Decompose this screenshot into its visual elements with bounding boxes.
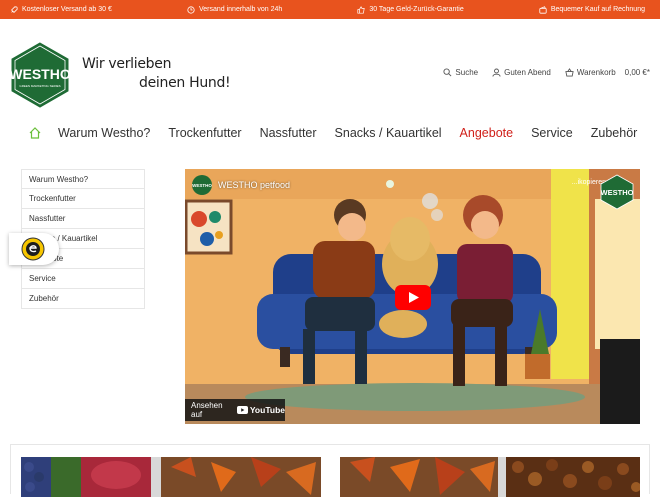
topbar-item-invoice: Bequemer Kauf auf Rechnung xyxy=(539,5,645,14)
youtube-play-icon xyxy=(236,406,248,414)
topbar-label: 30 Tage Geld-Zurück-Garantie xyxy=(369,6,464,13)
promo-cards xyxy=(10,444,650,497)
nav-item-snacks[interactable]: Snacks / Kauartikel xyxy=(335,126,442,140)
nav-item-angebote[interactable]: Angebote xyxy=(460,126,514,140)
logo-subtext: GREEN MARKETING SERIES xyxy=(19,84,60,88)
promo-image-kibble-leaves xyxy=(340,457,640,497)
westho-logo[interactable]: WESTHO GREEN MARKETING SERIES xyxy=(10,42,70,108)
account-button[interactable]: Guten Abend xyxy=(492,68,551,77)
youtube-logo: YouTube xyxy=(236,405,285,415)
logo-text: WESTHO xyxy=(10,66,70,82)
topbar-label: Kostenloser Versand ab 30 € xyxy=(22,6,112,13)
topbar-item-shipping: Kostenloser Versand ab 30 € xyxy=(10,5,112,14)
watch-on-youtube-button[interactable]: Ansehen auf YouTube xyxy=(185,399,285,421)
thumbs-up-icon xyxy=(357,5,365,14)
topbar-label: Versand innerhalb von 24h xyxy=(198,6,283,13)
video-title[interactable]: WESTHO petfood xyxy=(218,180,290,190)
topbar-item-guarantee: 30 Tage Geld-Zurück-Garantie xyxy=(357,5,464,14)
trust-badge[interactable] xyxy=(9,233,59,265)
trust-seal-icon xyxy=(21,237,45,261)
nav-item-nassfutter[interactable]: Nassfutter xyxy=(260,126,317,140)
sidebar-item-zubehoer[interactable]: Zubehör xyxy=(21,289,145,309)
cart-total: 0,00 €* xyxy=(624,68,650,77)
promo-card-wet-food[interactable] xyxy=(21,457,321,497)
search-button[interactable]: Suche xyxy=(443,68,478,77)
channel-avatar-text: WESTHO xyxy=(192,183,212,188)
header-actions: Suche Guten Abend Warenkorb 0,00 €* xyxy=(443,68,650,77)
nav-item-trockenfutter[interactable]: Trockenfutter xyxy=(168,126,241,140)
channel-avatar[interactable]: WESTHO xyxy=(192,175,212,195)
search-label: Suche xyxy=(455,68,479,77)
top-info-bar: Kostenloser Versand ab 30 € Versand inne… xyxy=(0,0,660,19)
youtube-video-embed[interactable]: WESTHO WESTHO petfood ...ikopieren WESTH… xyxy=(185,169,640,424)
wallet-icon xyxy=(539,5,547,14)
nav-item-service[interactable]: Service xyxy=(531,126,573,140)
cart-label: Warenkorb xyxy=(576,68,616,77)
main-navigation: Warum Westho? Trockenfutter Nassfutter S… xyxy=(0,118,660,148)
search-icon xyxy=(443,68,452,77)
watermark-text: WESTHO xyxy=(601,188,634,197)
promo-image-meat-leaves xyxy=(21,457,321,497)
nav-item-warum-westho[interactable]: Warum Westho? xyxy=(58,126,150,140)
account-label: Guten Abend xyxy=(504,68,551,77)
sidebar-item-trockenfutter[interactable]: Trockenfutter xyxy=(21,189,145,209)
watch-on-label: Ansehen auf xyxy=(191,401,223,419)
clock-icon xyxy=(187,5,195,14)
rocket-icon xyxy=(11,5,18,13)
sidebar-item-warum-westho[interactable]: Warum Westho? xyxy=(21,169,145,189)
slogan-line-1: Wir verlieben xyxy=(82,56,172,72)
promo-card-dry-food[interactable] xyxy=(340,457,640,497)
play-button-icon[interactable] xyxy=(395,285,431,310)
sidebar-item-nassfutter[interactable]: Nassfutter xyxy=(21,209,145,229)
video-watermark-logo: WESTHO xyxy=(601,174,634,210)
youtube-wordmark: YouTube xyxy=(249,405,285,415)
home-icon[interactable] xyxy=(28,126,42,140)
user-icon xyxy=(492,68,501,77)
site-header: WESTHO GREEN MARKETING SERIES Wir verlie… xyxy=(0,19,660,114)
topbar-item-delivery: Versand innerhalb von 24h xyxy=(187,5,283,14)
topbar-label: Bequemer Kauf auf Rechnung xyxy=(550,6,645,13)
basket-icon xyxy=(565,68,574,77)
cart-button[interactable]: Warenkorb 0,00 €* xyxy=(565,68,650,77)
slogan-line-2: deinen Hund! xyxy=(139,75,231,91)
nav-item-zubehoer[interactable]: Zubehör xyxy=(591,126,638,140)
slogan: Wir verlieben deinen Hund! xyxy=(82,55,231,93)
sidebar-item-service[interactable]: Service xyxy=(21,269,145,289)
